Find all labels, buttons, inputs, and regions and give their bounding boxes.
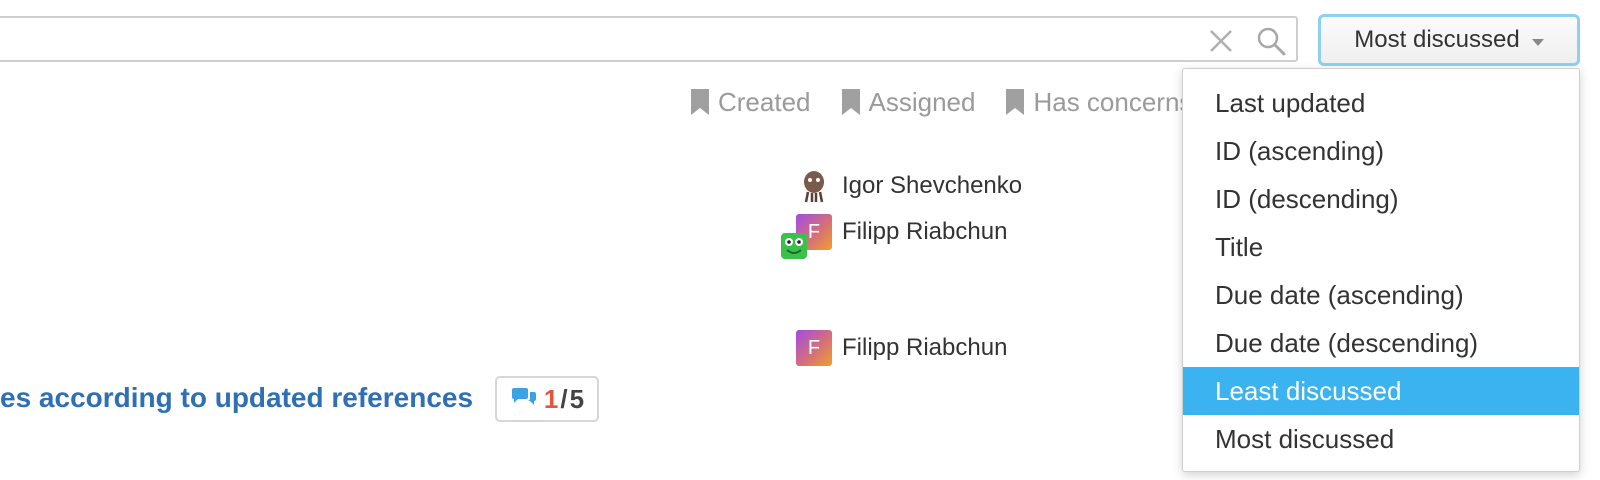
menu-item-id-ascending[interactable]: ID (ascending) [1183,127,1579,175]
avatar [781,233,807,259]
user-name: Igor Shevchenko [842,172,1023,199]
avatar [804,171,824,203]
menu-item-most-discussed[interactable]: Most discussed [1183,415,1579,463]
comments-total-count: 5 [569,383,585,414]
user-name: Filipp Riabchun [842,334,1008,361]
menu-item-id-descending[interactable]: ID (descending) [1183,175,1579,223]
filter-label: Created [718,86,811,117]
filter-has-concerns[interactable]: Has concerns [1005,87,1190,118]
bookmark-icon [1006,89,1025,115]
menu-item-title[interactable]: Title [1183,223,1579,271]
filter-assigned[interactable]: Assigned [841,86,976,118]
avatar: F [796,330,832,366]
sort-dropdown-button[interactable]: Most discussed [1318,14,1580,66]
clear-icon[interactable] [1208,28,1234,54]
search-box [0,16,1298,62]
sort-button-label: Most discussed [1354,26,1520,53]
bookmark-icon [841,89,860,115]
filter-label: Assigned [868,86,976,117]
menu-item-due-date-descending[interactable]: Due date (descending) [1183,319,1579,367]
user-igor[interactable]: Igor Shevchenko [796,168,1022,204]
issue-title-link[interactable]: es according to updated references [0,382,473,414]
menu-item-due-date-ascending[interactable]: Due date (ascending) [1183,271,1579,319]
menu-item-last-updated[interactable]: Last updated [1183,79,1579,127]
user-filipp[interactable]: F Filipp Riabchun [796,214,1007,250]
bookmark-icon [691,89,709,115]
comments-separator: / [560,383,568,414]
filter-links: Created Assigned Has concerns [690,82,1190,122]
sort-dropdown-menu: Last updated ID (ascending) ID (descendi… [1182,68,1580,472]
comment-count-badge[interactable]: 1 / 5 [495,376,599,422]
chevron-down-icon [1531,38,1544,46]
user-filipp[interactable]: F Filipp Riabchun [796,330,1007,366]
menu-item-least-discussed[interactable]: Least discussed [1183,367,1579,415]
filter-created[interactable]: Created [690,87,811,118]
search-icon[interactable] [1256,26,1286,56]
user-name: Filipp Riabchun [842,218,1008,245]
filter-label: Has concerns [1033,86,1190,117]
search-input[interactable] [0,18,1198,60]
comments-icon [511,388,536,405]
comments-new-count: 1 [543,383,559,414]
